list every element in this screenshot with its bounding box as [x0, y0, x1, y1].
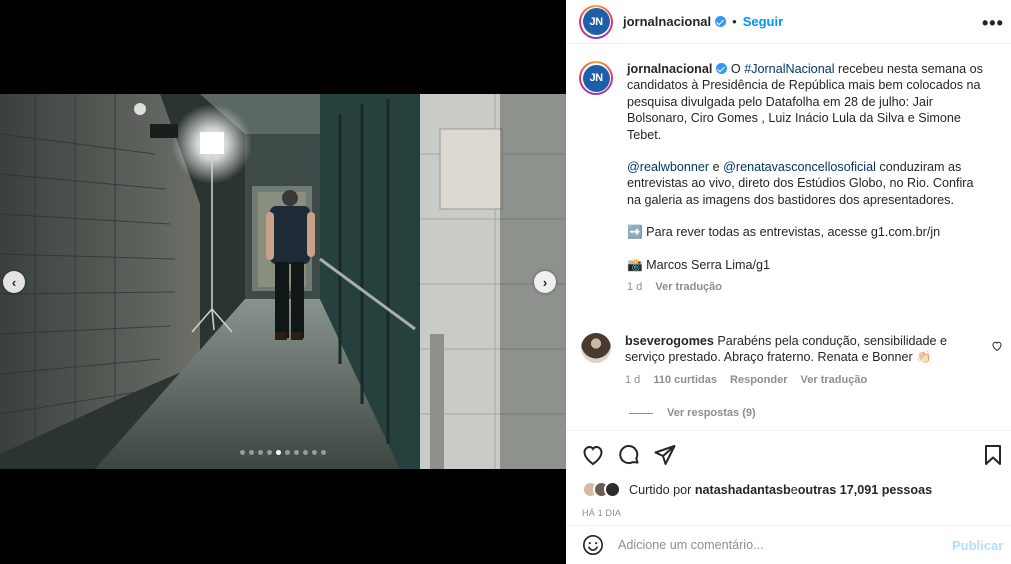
carousel-indicator	[0, 450, 566, 455]
carousel-dot	[276, 450, 281, 455]
commenter-avatar[interactable]	[581, 333, 611, 363]
caption-text-part: O	[727, 62, 745, 76]
action-bar	[566, 430, 1011, 478]
caption: JN jornalnacional O #JornalNacional rece…	[579, 61, 999, 295]
heart-outline-icon[interactable]	[581, 443, 605, 467]
author-avatar[interactable]: JN	[579, 4, 613, 39]
carousel-dot	[294, 450, 299, 455]
comment-meta: 1 d 110 curtidas Responder Ver tradução	[625, 372, 965, 388]
carousel-dot	[267, 450, 272, 455]
translate-button[interactable]: Ver tradução	[655, 281, 722, 293]
author-username[interactable]: jornalnacional	[623, 14, 711, 29]
comment-item: bseverogomes Parabéns pela condução, sen…	[579, 333, 999, 388]
follow-button[interactable]: Seguir	[743, 14, 783, 29]
carousel-dot	[249, 450, 254, 455]
media-viewer: ‹ ›	[0, 0, 566, 564]
carousel-dot	[321, 450, 326, 455]
post-header: JN jornalnacional • Seguir •••	[566, 0, 1011, 44]
comment-text: bseverogomes Parabéns pela condução, sen…	[625, 333, 965, 388]
corridor-photo	[0, 94, 566, 469]
verified-badge-icon	[716, 63, 728, 74]
verified-badge-icon	[715, 16, 727, 27]
carousel-dot	[312, 450, 317, 455]
chevron-right-icon: ›	[542, 274, 548, 290]
post-side-panel: JN jornalnacional • Seguir ••• JN jornal…	[566, 0, 1011, 564]
caption-avatar-initials: JN	[582, 64, 610, 92]
comment-input[interactable]	[618, 538, 938, 552]
caption-time[interactable]: 1 d	[627, 281, 642, 293]
carousel-dot	[240, 450, 245, 455]
reply-button[interactable]: Responder	[730, 374, 787, 386]
carousel-prev-button[interactable]: ‹	[3, 271, 25, 293]
comment-translate-button[interactable]: Ver tradução	[801, 374, 868, 386]
carousel-dot	[285, 450, 290, 455]
caption-meta: 1 d Ver tradução	[627, 279, 987, 295]
speech-bubble-icon[interactable]	[617, 443, 641, 467]
view-replies-label: Ver respostas (9)	[667, 407, 756, 419]
mention-link[interactable]: @renatavasconcellosoficial	[723, 160, 876, 174]
avatar-initials: JN	[582, 8, 610, 35]
carousel-next-button[interactable]: ›	[534, 271, 556, 293]
likes-connector: e	[790, 482, 798, 497]
post-date[interactable]: HÁ 1 DIA	[582, 508, 621, 518]
caption-text-part: ➡️ Para rever todas as entrevistas, aces…	[627, 225, 941, 240]
carousel-dot	[258, 450, 263, 455]
commenter-username[interactable]: bseverogomes	[625, 334, 714, 348]
likes-summary[interactable]: Curtido por natashadantasb e outras 17,0…	[582, 481, 932, 498]
bookmark-icon[interactable]	[981, 443, 1005, 467]
add-comment-bar: Publicar	[566, 525, 1011, 564]
view-replies-button[interactable]: Ver respostas (9)	[629, 407, 756, 419]
comments-section[interactable]: JN jornalnacional O #JornalNacional rece…	[566, 45, 1011, 429]
likes-others[interactable]: outras 17,091 pessoas	[798, 483, 932, 497]
caption-username[interactable]: jornalnacional	[627, 62, 712, 76]
likes-prefix: Curtido por	[629, 482, 692, 497]
more-options-icon[interactable]: •••	[982, 13, 1004, 34]
caption-avatar[interactable]: JN	[579, 61, 613, 95]
smiley-icon[interactable]	[582, 534, 604, 556]
mention-link[interactable]: @realwbonner	[627, 160, 709, 174]
caption-text: jornalnacional O #JornalNacional recebeu…	[627, 61, 987, 295]
caption-text-part: e	[709, 160, 724, 175]
post-photo[interactable]	[0, 94, 566, 469]
publish-button[interactable]: Publicar	[952, 538, 1003, 553]
carousel-dot	[303, 450, 308, 455]
comment-time[interactable]: 1 d	[625, 374, 640, 386]
chevron-left-icon: ‹	[11, 274, 17, 290]
hashtag-link[interactable]: #JornalNacional	[744, 62, 834, 76]
paper-plane-icon[interactable]	[653, 443, 677, 467]
liker-username[interactable]: natashadantasb	[695, 483, 791, 497]
comment-likes[interactable]: 110 curtidas	[653, 374, 717, 386]
separator-dot: •	[732, 14, 737, 29]
small-heart-icon[interactable]	[991, 340, 1003, 352]
replies-divider	[629, 412, 653, 414]
caption-credit: 📸 Marcos Serra Lima/g1	[627, 257, 771, 272]
liker-avatar	[604, 481, 621, 498]
liker-avatars	[582, 481, 621, 498]
